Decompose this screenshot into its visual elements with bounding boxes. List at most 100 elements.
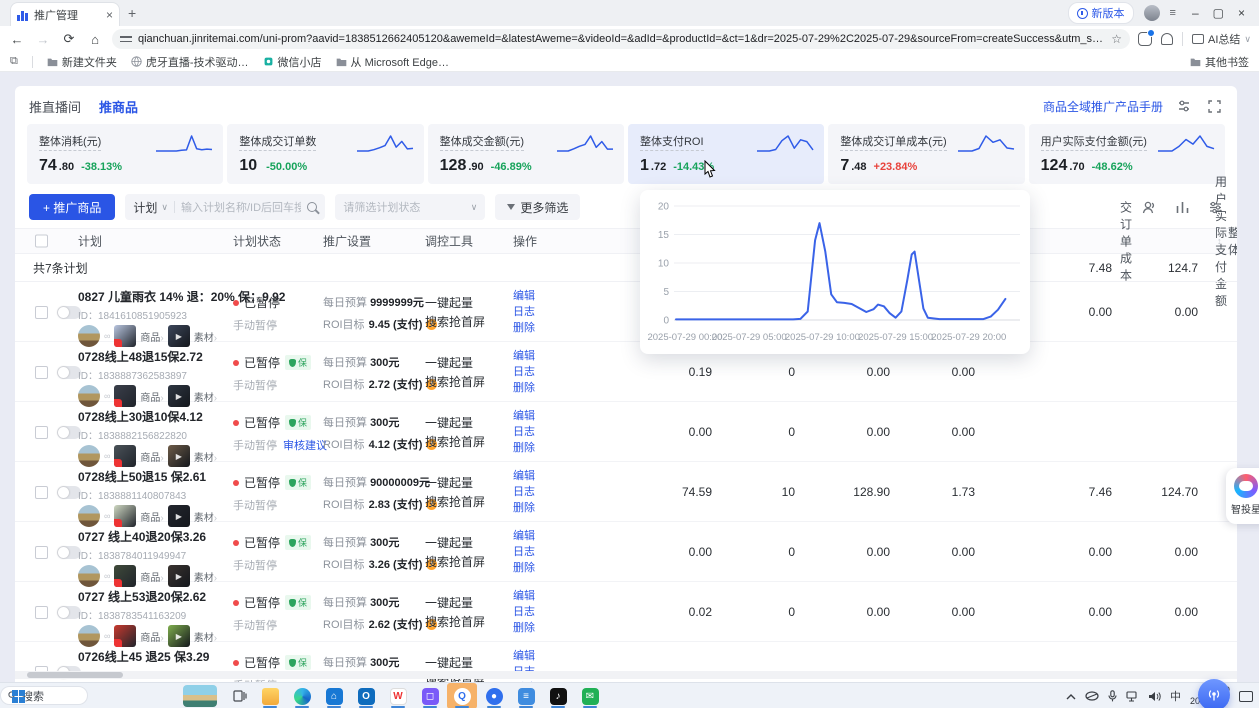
search-input[interactable]: 输入计划名称/ID后回车搜索 xyxy=(181,199,301,215)
tool-link[interactable]: 搜索抢首屏 xyxy=(425,493,485,512)
tool-link[interactable]: 搜索抢首屏 xyxy=(425,613,485,632)
home-button[interactable]: ⌂ xyxy=(86,32,104,47)
tool-link[interactable]: 搜索抢首屏 xyxy=(425,433,485,452)
forward-button[interactable]: → xyxy=(34,32,52,47)
task-view-button[interactable] xyxy=(228,683,252,708)
action-link[interactable]: 日志 xyxy=(513,484,535,500)
extension-icon[interactable] xyxy=(1138,32,1152,46)
window-minimize-button[interactable]: – xyxy=(1192,6,1199,20)
taskbar-app-edge-browser[interactable] xyxy=(287,683,317,708)
action-link[interactable]: 删除 xyxy=(513,440,535,456)
sort-icon[interactable]: ↕ xyxy=(1217,236,1222,246)
action-link[interactable]: 删除 xyxy=(513,320,535,336)
row-checkbox[interactable] xyxy=(35,606,48,619)
tool-link[interactable]: 一键起量 xyxy=(425,534,485,553)
sort-icon[interactable]: ↕ xyxy=(1122,236,1127,246)
tool-link[interactable]: 一键起量 xyxy=(425,414,485,433)
tab-close-icon[interactable]: × xyxy=(106,9,113,21)
tab-promote-product[interactable]: 推商品 xyxy=(99,97,138,116)
scrollbar-thumb[interactable] xyxy=(27,672,123,678)
tool-link[interactable]: 搜索抢首屏 xyxy=(425,373,485,392)
back-button[interactable]: ← xyxy=(8,32,26,47)
tool-link[interactable]: 一键起量 xyxy=(425,294,485,313)
weather-widget[interactable] xyxy=(183,685,217,707)
bookmark-item-2[interactable]: 微信小店 xyxy=(263,54,322,70)
window-close-button[interactable]: × xyxy=(1238,6,1245,20)
action-link[interactable]: 日志 xyxy=(513,304,535,320)
tool-link[interactable]: 搜索抢首屏 xyxy=(425,313,485,332)
start-button[interactable] xyxy=(6,683,30,708)
handbook-link[interactable]: 商品全域推广产品手册 xyxy=(1043,98,1163,115)
taskbar-app-purple-app[interactable]: ◻ xyxy=(415,683,445,708)
action-link[interactable]: 编辑 xyxy=(513,288,535,304)
action-link[interactable]: 日志 xyxy=(513,364,535,380)
taskbar-app-active-browser-app[interactable]: Q xyxy=(447,683,477,708)
settings-sliders-icon[interactable] xyxy=(1175,97,1193,115)
action-link[interactable]: 日志 xyxy=(513,544,535,560)
bookmark-star-icon[interactable]: ☆ xyxy=(1111,32,1122,46)
review-suggestion-link[interactable]: 审核建议 xyxy=(283,437,327,453)
microphone-icon[interactable] xyxy=(1108,690,1117,702)
plan-select[interactable]: 计划∨ xyxy=(133,199,168,216)
new-version-badge[interactable]: 新版本 xyxy=(1068,2,1134,24)
select-all-checkbox[interactable] xyxy=(35,235,48,248)
touchpad-icon[interactable] xyxy=(1085,691,1099,701)
browser-profile-avatar[interactable] xyxy=(1144,5,1160,21)
tool-link[interactable]: 一键起量 xyxy=(425,354,485,373)
metric-card-2[interactable]: 整体成交金额(元)128.90-46.89% xyxy=(428,124,624,184)
row-checkbox[interactable] xyxy=(35,546,48,559)
row-checkbox[interactable] xyxy=(35,486,48,499)
action-link[interactable]: 删除 xyxy=(513,500,535,516)
side-panel-toggle-icon[interactable]: ⧉ xyxy=(10,55,18,68)
bookmark-item-3[interactable]: 从 Microsoft Edge… xyxy=(336,54,449,70)
taskbar-app-docs-app[interactable]: ≡ xyxy=(511,683,541,708)
tab-live-room[interactable]: 推直播间 xyxy=(29,97,81,116)
taskbar-app-ms-store[interactable]: ⌂ xyxy=(319,683,349,708)
bookmark-item-0[interactable]: 新建文件夹 xyxy=(47,54,117,70)
reload-button[interactable]: ⟳ xyxy=(60,31,78,47)
other-bookmarks[interactable]: 其他书签 xyxy=(1205,54,1249,70)
columns-icon[interactable] xyxy=(1175,200,1190,215)
row-checkbox[interactable] xyxy=(35,306,48,319)
taskbar-app-wechat-store-app[interactable]: ✉ xyxy=(575,683,605,708)
metric-card-5[interactable]: 用户实际支付金额(元)124.70-48.62% xyxy=(1029,124,1225,184)
bookmark-item-1[interactable]: 虎牙直播-技术驱动… xyxy=(131,54,249,70)
metric-card-3[interactable]: 整体支付ROI1.72-14.43% xyxy=(628,124,824,184)
tray-expand-icon[interactable] xyxy=(1066,693,1076,700)
audience-icon[interactable] xyxy=(1142,200,1157,215)
action-link[interactable]: 编辑 xyxy=(513,588,535,604)
speaker-icon[interactable] xyxy=(1148,691,1161,702)
taskbar-app-outlook[interactable]: O xyxy=(351,683,381,708)
row-checkbox[interactable] xyxy=(35,426,48,439)
taskbar-app-blue-dot-app[interactable]: ● xyxy=(479,683,509,708)
tool-link[interactable]: 一键起量 xyxy=(425,474,485,493)
action-link[interactable]: 编辑 xyxy=(513,528,535,544)
metric-card-1[interactable]: 整体成交订单数10-50.00% xyxy=(227,124,423,184)
tool-link[interactable]: 一键起量 xyxy=(425,594,485,613)
action-link[interactable]: 删除 xyxy=(513,380,535,396)
browser-tab[interactable]: 推广管理 × xyxy=(10,2,120,26)
action-link[interactable]: 删除 xyxy=(513,620,535,636)
browser-menu-icon[interactable]: ≡ xyxy=(1170,7,1176,19)
taskbar-app-douyin[interactable]: ♪ xyxy=(543,683,573,708)
fullscreen-icon[interactable] xyxy=(1205,97,1223,115)
action-link[interactable]: 编辑 xyxy=(513,648,535,664)
new-tab-button[interactable]: + xyxy=(128,5,136,21)
window-maximize-button[interactable]: ▢ xyxy=(1213,6,1224,20)
taskbar-app-wps-office[interactable]: W xyxy=(383,683,413,708)
action-link[interactable]: 编辑 xyxy=(513,468,535,484)
assistant-widget[interactable]: 智投星 xyxy=(1226,468,1259,524)
action-link[interactable]: 编辑 xyxy=(513,348,535,364)
action-link[interactable]: 编辑 xyxy=(513,408,535,424)
help-floating-button[interactable] xyxy=(1198,679,1230,708)
action-link[interactable]: 日志 xyxy=(513,424,535,440)
address-bar[interactable]: qianchuan.jinritemai.com/uni-prom?aavid=… xyxy=(112,29,1130,49)
notification-center-icon[interactable] xyxy=(1239,691,1253,702)
search-icon[interactable] xyxy=(307,202,317,212)
promote-product-button[interactable]: + 推广商品 xyxy=(29,194,115,220)
site-settings-icon[interactable] xyxy=(120,34,132,44)
metric-card-0[interactable]: 整体消耗(元)74.80-38.13% xyxy=(27,124,223,184)
notifications-icon[interactable] xyxy=(1161,33,1173,45)
ime-indicator[interactable]: 中 xyxy=(1170,688,1181,704)
action-link[interactable]: 日志 xyxy=(513,604,535,620)
